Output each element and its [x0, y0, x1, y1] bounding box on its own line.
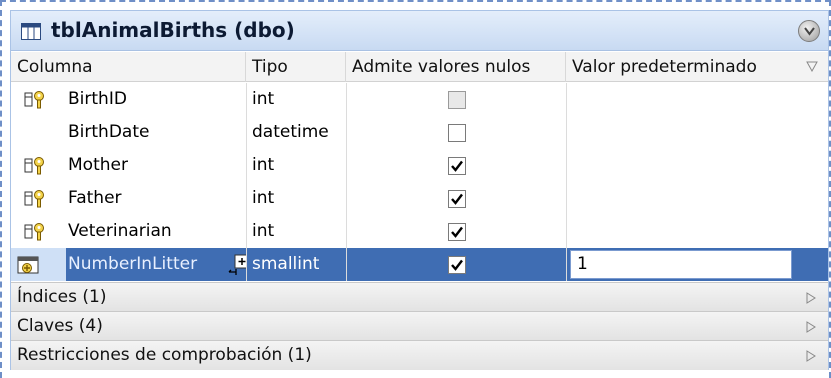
column-type[interactable]: int: [246, 182, 346, 215]
expand-arrow-icon: [806, 321, 816, 333]
column-type[interactable]: int: [246, 149, 346, 182]
expand-arrow-icon: [806, 292, 816, 304]
title-bar[interactable]: tblAnimalBirths (dbo): [11, 11, 828, 51]
nullable-checkbox[interactable]: [448, 256, 466, 274]
nullable-cell: [346, 182, 566, 215]
default-value-cell[interactable]: [566, 149, 828, 182]
section-indexes[interactable]: Índices (1): [11, 282, 828, 311]
column-type[interactable]: int: [246, 83, 346, 116]
column-name[interactable]: Mother: [66, 149, 246, 182]
nullable-checkbox[interactable]: [448, 157, 466, 175]
table-row-selected[interactable]: NumberInLitter smallint 1: [11, 248, 828, 281]
column-type[interactable]: smallint: [246, 248, 346, 281]
default-value-cell[interactable]: [566, 116, 828, 149]
default-value-cell: 1: [566, 248, 828, 281]
default-value-cell[interactable]: [566, 182, 828, 215]
nullable-cell: [346, 116, 566, 149]
table-row[interactable]: BirthID int: [11, 83, 828, 116]
table-designer-panel: tblAnimalBirths (dbo) Columna Tipo Admit…: [10, 10, 829, 370]
row-icon-cell: [11, 182, 66, 215]
key-column-icon: [24, 223, 44, 241]
checkmark-icon: [451, 226, 463, 238]
column-name[interactable]: Father: [66, 182, 246, 215]
header-default[interactable]: Valor predeterminado: [566, 52, 828, 82]
new-column-icon: [17, 256, 39, 274]
section-indexes-label: Índices (1): [17, 287, 107, 307]
expand-arrow-icon: [806, 350, 816, 362]
table-icon: [21, 23, 41, 40]
collapse-button[interactable]: [798, 20, 820, 42]
section-checks-label: Restricciones de comprobación (1): [17, 345, 312, 365]
header-type[interactable]: Tipo: [246, 52, 346, 82]
key-column-icon: [24, 157, 44, 175]
nullable-cell: [346, 248, 566, 281]
column-name[interactable]: NumberInLitter: [66, 248, 246, 281]
columns-grid: BirthID int BirthDate datetime Mother in…: [11, 83, 828, 281]
nullable-checkbox[interactable]: [448, 91, 466, 109]
section-keys[interactable]: Claves (4): [11, 311, 828, 340]
row-icon-cell: [11, 116, 66, 149]
nullable-cell: [346, 215, 566, 248]
column-type[interactable]: datetime: [246, 116, 346, 149]
checkmark-icon: [451, 160, 463, 172]
table-row[interactable]: Mother int: [11, 149, 828, 182]
header-nullable[interactable]: Admite valores nulos: [346, 52, 566, 82]
key-column-icon: [24, 91, 44, 109]
nullable-cell: [346, 149, 566, 182]
nullable-checkbox[interactable]: [448, 190, 466, 208]
section-keys-label: Claves (4): [17, 316, 103, 336]
column-name[interactable]: BirthDate: [66, 116, 246, 149]
row-icon-cell: [11, 215, 66, 248]
header-column[interactable]: Columna: [11, 52, 246, 82]
chevron-down-icon: [804, 27, 815, 36]
column-headers: Columna Tipo Admite valores nulos Valor …: [11, 52, 828, 82]
sort-arrow-icon[interactable]: [806, 61, 818, 72]
section-check-constraints[interactable]: Restricciones de comprobación (1): [11, 340, 828, 370]
column-type[interactable]: int: [246, 215, 346, 248]
default-value-cell[interactable]: [566, 83, 828, 116]
checkmark-icon: [451, 193, 463, 205]
row-icon-cell: [11, 248, 66, 281]
nullable-checkbox[interactable]: [448, 223, 466, 241]
nullable-cell: [346, 83, 566, 116]
table-title: tblAnimalBirths (dbo): [51, 18, 295, 42]
column-name[interactable]: BirthID: [66, 83, 246, 116]
key-column-icon: [24, 190, 44, 208]
column-name[interactable]: Veterinarian: [66, 215, 246, 248]
default-value-input[interactable]: 1: [570, 250, 792, 279]
table-row[interactable]: Veterinarian int: [11, 215, 828, 248]
table-row[interactable]: BirthDate datetime: [11, 116, 828, 149]
default-value-cell[interactable]: [566, 215, 828, 248]
header-default-label: Valor predeterminado: [572, 57, 757, 77]
table-row[interactable]: Father int: [11, 182, 828, 215]
nullable-checkbox[interactable]: [448, 124, 466, 142]
row-icon-cell: [11, 83, 66, 116]
checkmark-icon: [451, 259, 463, 271]
row-icon-cell: [11, 149, 66, 182]
